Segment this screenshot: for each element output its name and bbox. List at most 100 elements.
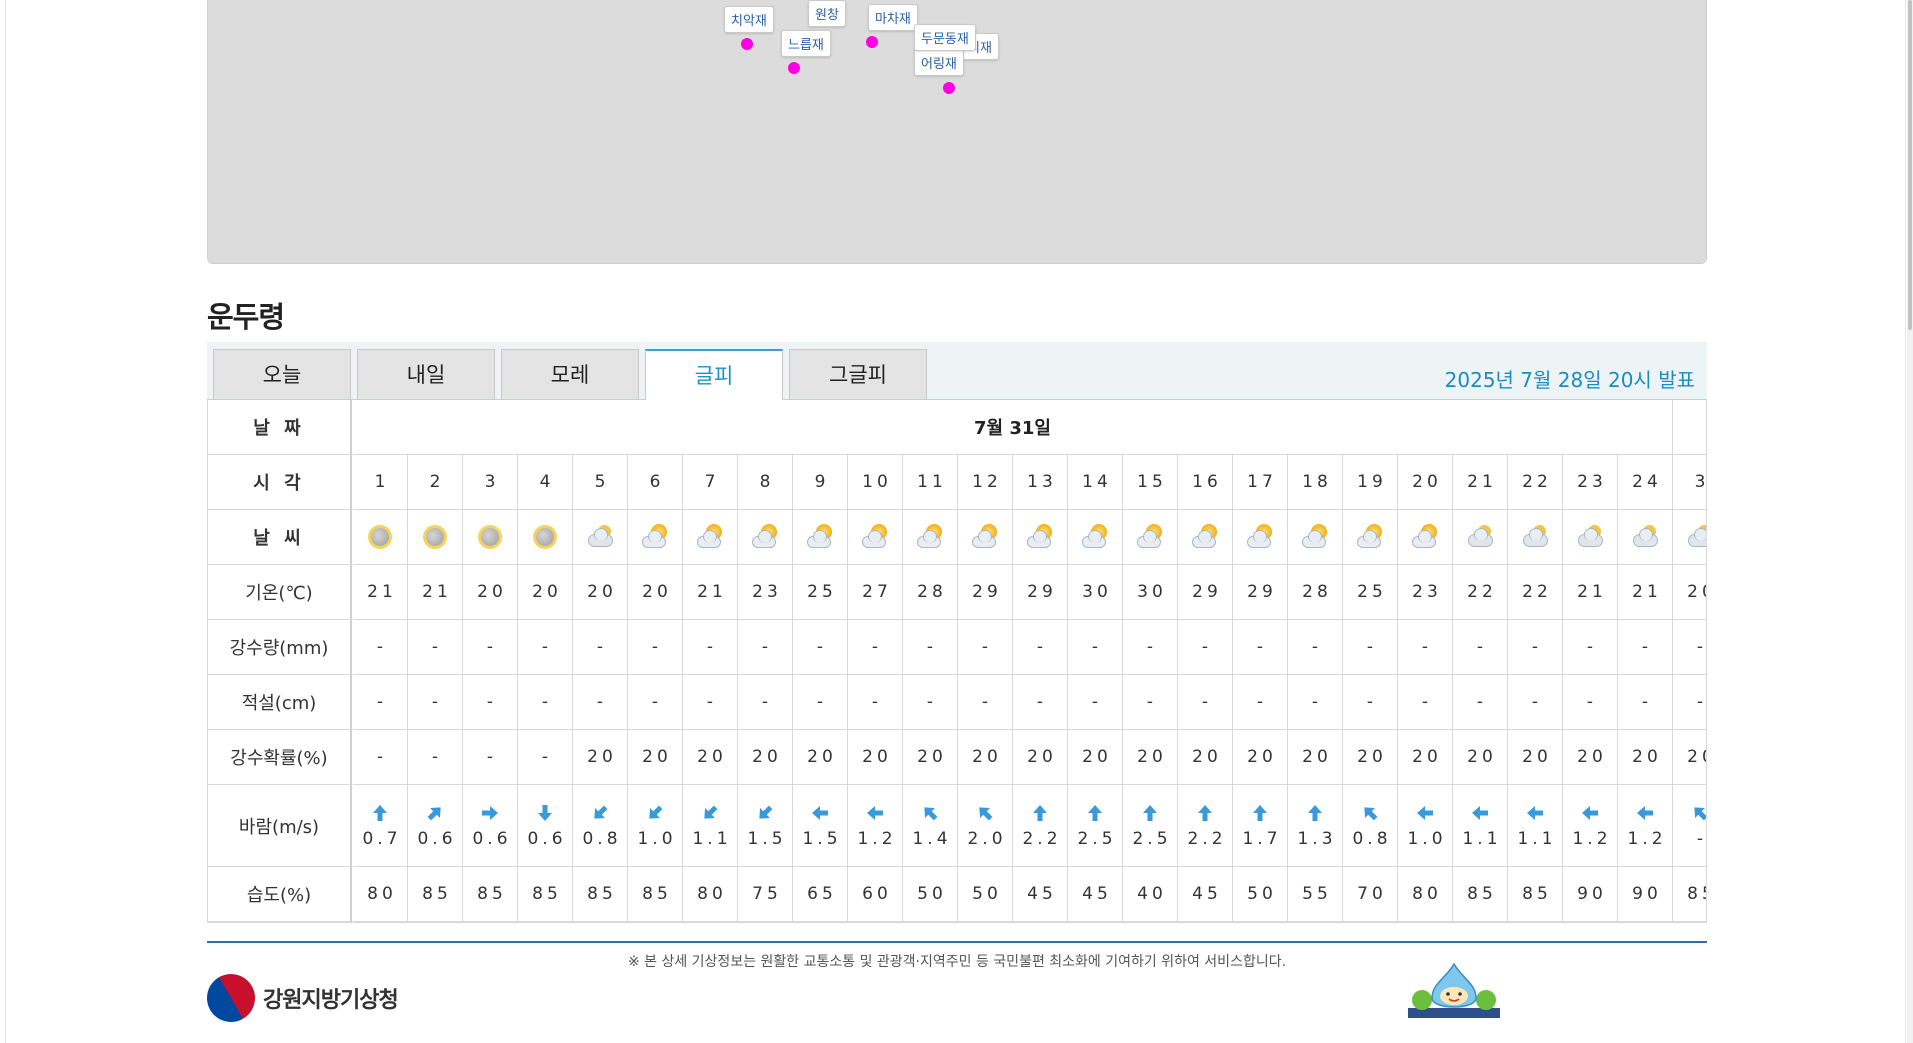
wind-arrow-icon	[1308, 804, 1322, 821]
weather-cell	[848, 510, 903, 564]
temperature-cell: 29	[1178, 565, 1233, 619]
snow-cell: -	[1618, 675, 1673, 729]
wind-arrow-icon	[1582, 805, 1598, 820]
map-panel[interactable]: 치악재 느릅재 마차재 피재 어링재 두문동재 원창	[207, 0, 1707, 264]
precip-probability-cell: 20	[1508, 730, 1563, 784]
partly-cloudy-icon	[1246, 523, 1274, 551]
humidity-cell: 85	[1508, 867, 1563, 921]
temperature-cell: 30	[1068, 565, 1123, 619]
mostly-cloudy-icon	[586, 523, 614, 551]
snow-cell: -	[1013, 675, 1068, 729]
temperature-cell: 20	[573, 565, 628, 619]
date-row: 7월 31일	[353, 400, 1706, 455]
humidity-cell: 85	[628, 867, 683, 921]
tab-in-four-days[interactable]: 그글피	[789, 349, 927, 400]
precip-probability-cell: 20	[1563, 730, 1618, 784]
wind-speed: 0.6	[527, 828, 567, 849]
humidity-cell: 85	[463, 867, 518, 921]
wind-cell: 1.0	[1398, 785, 1453, 866]
wind-cell: 1.2	[1563, 785, 1618, 866]
hour-cell: 19	[1343, 455, 1398, 509]
wind-arrow-icon	[1417, 805, 1433, 820]
map-marker[interactable]	[788, 62, 800, 74]
precip-probability-cell: 20	[628, 730, 683, 784]
mostly-cloudy-icon	[1686, 523, 1706, 551]
snow-cell: -	[518, 675, 573, 729]
wind-cell: 0.6	[518, 785, 573, 866]
hour-cell: 14	[1068, 455, 1123, 509]
wind-cell: 1.1	[1508, 785, 1563, 866]
map-label[interactable]: 느릅재	[781, 30, 831, 57]
wind-cell: 1.5	[738, 785, 793, 866]
weather-cell	[1398, 510, 1453, 564]
snow-cell: -	[573, 675, 628, 729]
tab-day-after-tomorrow[interactable]: 모레	[501, 349, 639, 400]
wind-speed: 1.0	[637, 828, 677, 849]
wind-speed: 1.1	[692, 828, 732, 849]
row-header-date: 날 짜	[208, 400, 352, 455]
map-marker[interactable]	[741, 38, 753, 50]
wind-arrow-icon	[1143, 804, 1157, 821]
wind-arrow-icon	[1472, 805, 1488, 820]
rain-cell: -	[463, 620, 518, 674]
snow-row: -------------------------	[353, 675, 1706, 730]
scrollbar[interactable]	[1907, 0, 1913, 1043]
rain-cell: -	[903, 620, 958, 674]
precip-probability-cell: 20	[1178, 730, 1233, 784]
humidity-cell: 80	[353, 867, 408, 921]
temperature-row: 21 21 20 20 20 20 21 23 25 27 28 29 29 30 30 29 29 28 25 23…	[353, 565, 1706, 620]
weather-cell	[1068, 510, 1123, 564]
temperature-cell: 21	[353, 565, 408, 619]
wind-cell: -	[1673, 785, 1706, 866]
rain-cell: -	[1233, 620, 1288, 674]
rain-cell: -	[1508, 620, 1563, 674]
wind-speed: 0.6	[417, 828, 457, 849]
humidity-cell: 50	[903, 867, 958, 921]
wind-arrow-icon	[1088, 804, 1102, 821]
map-marker[interactable]	[943, 82, 955, 94]
snow-cell: -	[408, 675, 463, 729]
snow-cell: -	[1508, 675, 1563, 729]
hour-cell: 22	[1508, 455, 1563, 509]
snow-cell: -	[1563, 675, 1618, 729]
humidity-cell: 45	[1178, 867, 1233, 921]
humidity-cell: 80	[1398, 867, 1453, 921]
row-header-humidity: 습도(%)	[208, 867, 352, 922]
kma-logo[interactable]: 강원지방기상청	[198, 965, 399, 1031]
weather-cell	[793, 510, 848, 564]
precip-probability-cell: 20	[1013, 730, 1068, 784]
row-header-weather: 날 씨	[208, 510, 352, 565]
map-label[interactable]: 어링재	[914, 49, 964, 76]
row-header-time: 시 각	[208, 455, 352, 510]
map-marker[interactable]	[866, 36, 878, 48]
tab-in-three-days[interactable]: 글피	[645, 349, 783, 400]
tab-today[interactable]: 오늘	[213, 349, 351, 400]
hour-cell: 20	[1398, 455, 1453, 509]
tab-tomorrow[interactable]: 내일	[357, 349, 495, 400]
weather-cell	[1123, 510, 1178, 564]
temperature-cell: 21	[1563, 565, 1618, 619]
issued-time: 2025년 7월 28일 20시 발표	[1444, 368, 1695, 392]
map-label[interactable]: 원창	[808, 0, 846, 27]
wind-cell: 1.7	[1233, 785, 1288, 866]
night-cloudy-icon	[366, 523, 394, 551]
humidity-cell: 85	[1453, 867, 1508, 921]
wind-speed: 1.3	[1297, 828, 1337, 849]
wind-speed: 2.5	[1132, 828, 1172, 849]
wind-speed: 0.8	[582, 828, 622, 849]
snow-cell: -	[1123, 675, 1178, 729]
map-label[interactable]: 치악재	[724, 6, 774, 33]
map-label[interactable]: 마차재	[868, 4, 918, 31]
rain-cell: -	[1288, 620, 1343, 674]
weather-cell	[1178, 510, 1233, 564]
snow-cell: -	[793, 675, 848, 729]
scrollbar-thumb[interactable]	[1908, 0, 1912, 330]
temperature-cell: 20	[518, 565, 573, 619]
temperature-cell: 22	[1508, 565, 1563, 619]
partly-cloudy-icon	[1136, 523, 1164, 551]
precip-probability-cell: 20	[1233, 730, 1288, 784]
temperature-cell: 28	[903, 565, 958, 619]
map-label[interactable]: 두문동재	[914, 24, 976, 51]
precip-probability-row: - - - -20 20 20 20 20 20 20 20 20 20 20 20 20 20 20 20 20 20…	[353, 730, 1706, 785]
snow-cell: -	[683, 675, 738, 729]
